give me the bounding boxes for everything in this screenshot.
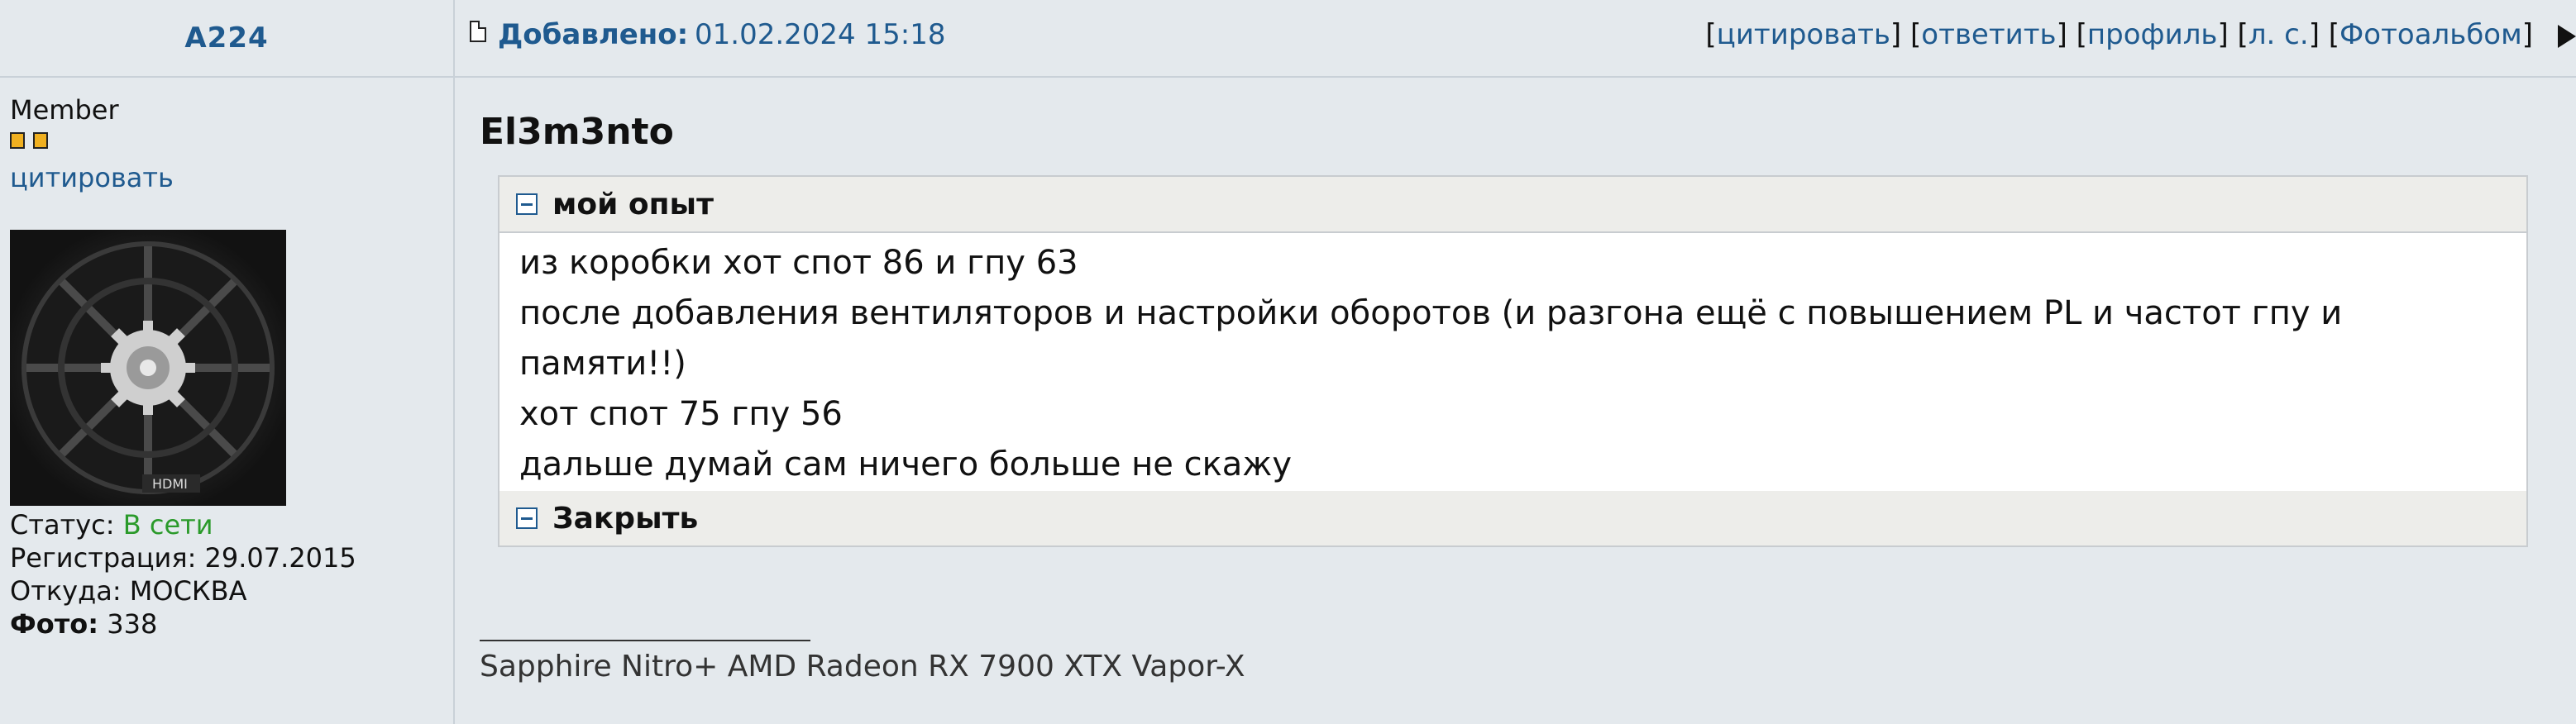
signature-divider — [480, 640, 810, 641]
added-date: 01.02.2024 15:18 — [695, 18, 946, 51]
rank-star-icon — [33, 132, 48, 149]
photo-line: Фото: 338 — [10, 608, 157, 640]
album-action[interactable]: Фотоальбом — [2339, 18, 2522, 51]
forum-post: A224 Добавлено: 01.02.2024 15:18 [цитиро… — [0, 0, 2576, 724]
spoiler-footer[interactable]: Закрыть — [499, 491, 2526, 545]
photo-label: Фото: — [10, 608, 99, 640]
from-value: МОСКВА — [129, 575, 247, 607]
document-icon — [470, 21, 486, 42]
added-label: Добавлено: — [498, 18, 689, 51]
spoiler-close[interactable]: Закрыть — [552, 502, 698, 536]
avatar[interactable]: HDMI — [10, 230, 286, 506]
post-title: El3m3nto — [480, 111, 674, 153]
spoiler-content: из коробки хот спот 86 и гпу 63 после до… — [519, 238, 2504, 490]
spoiler-line: из коробки хот спот 86 и гпу 63 — [519, 244, 1078, 282]
spoiler-block: мой опыт из коробки хот спот 86 и гпу 63… — [498, 175, 2528, 547]
reg-label: Регистрация: — [10, 542, 197, 574]
author-cell: A224 — [0, 0, 455, 76]
location-line: Откуда: МОСКВА — [10, 575, 246, 607]
collapse-icon[interactable] — [516, 193, 538, 215]
profile-action[interactable]: профиль — [2087, 18, 2218, 51]
avatar-hdmi-text: HDMI — [152, 476, 188, 492]
signature: Sapphire Nitro+ AMD Radeon RX 7900 XTX V… — [480, 650, 1245, 684]
user-quote-link[interactable]: цитировать — [10, 162, 174, 193]
registration-line: Регистрация: 29.07.2015 — [10, 542, 356, 574]
avatar-gear-image: HDMI — [22, 241, 275, 494]
spoiler-header[interactable]: мой опыт — [499, 177, 2526, 233]
collapse-icon[interactable] — [516, 507, 538, 529]
status-label: Статус: — [10, 509, 115, 541]
from-label: Откуда: — [10, 575, 122, 607]
reg-value: 29.07.2015 — [204, 542, 356, 574]
rank-star-icon — [10, 132, 25, 149]
rank-stars — [10, 132, 48, 149]
spoiler-title[interactable]: мой опыт — [552, 188, 714, 221]
status-line: Статус: В сети — [10, 509, 213, 541]
quote-action[interactable]: цитировать — [1717, 18, 1890, 51]
user-rank: Member — [10, 94, 119, 126]
spoiler-line: дальше думай сам ничего больше не скажу — [519, 445, 1293, 483]
post-actions: [цитировать] [ответить] [профиль] [л. с.… — [1705, 18, 2533, 51]
post-meta: Добавлено: 01.02.2024 15:18 [цитировать]… — [455, 0, 2576, 76]
photo-value[interactable]: 338 — [107, 608, 157, 640]
spoiler-line: после добавления вентиляторов и настройк… — [519, 294, 2343, 332]
post-header: A224 Добавлено: 01.02.2024 15:18 [цитиро… — [0, 0, 2576, 78]
post-body: El3m3nto мой опыт из коробки хот спот 86… — [455, 78, 2576, 724]
user-panel: Member цитировать HDMI Статус: В сети Ре… — [0, 78, 455, 724]
author-name[interactable]: A224 — [184, 21, 268, 55]
pm-action[interactable]: л. с. — [2249, 18, 2309, 51]
reply-action[interactable]: ответить — [1921, 18, 2056, 51]
spoiler-line: хот спот 75 гпу 56 — [519, 395, 843, 433]
caret-right-icon[interactable] — [2558, 25, 2576, 48]
status-value: В сети — [122, 509, 213, 541]
spoiler-line: памяти!!) — [519, 345, 686, 383]
